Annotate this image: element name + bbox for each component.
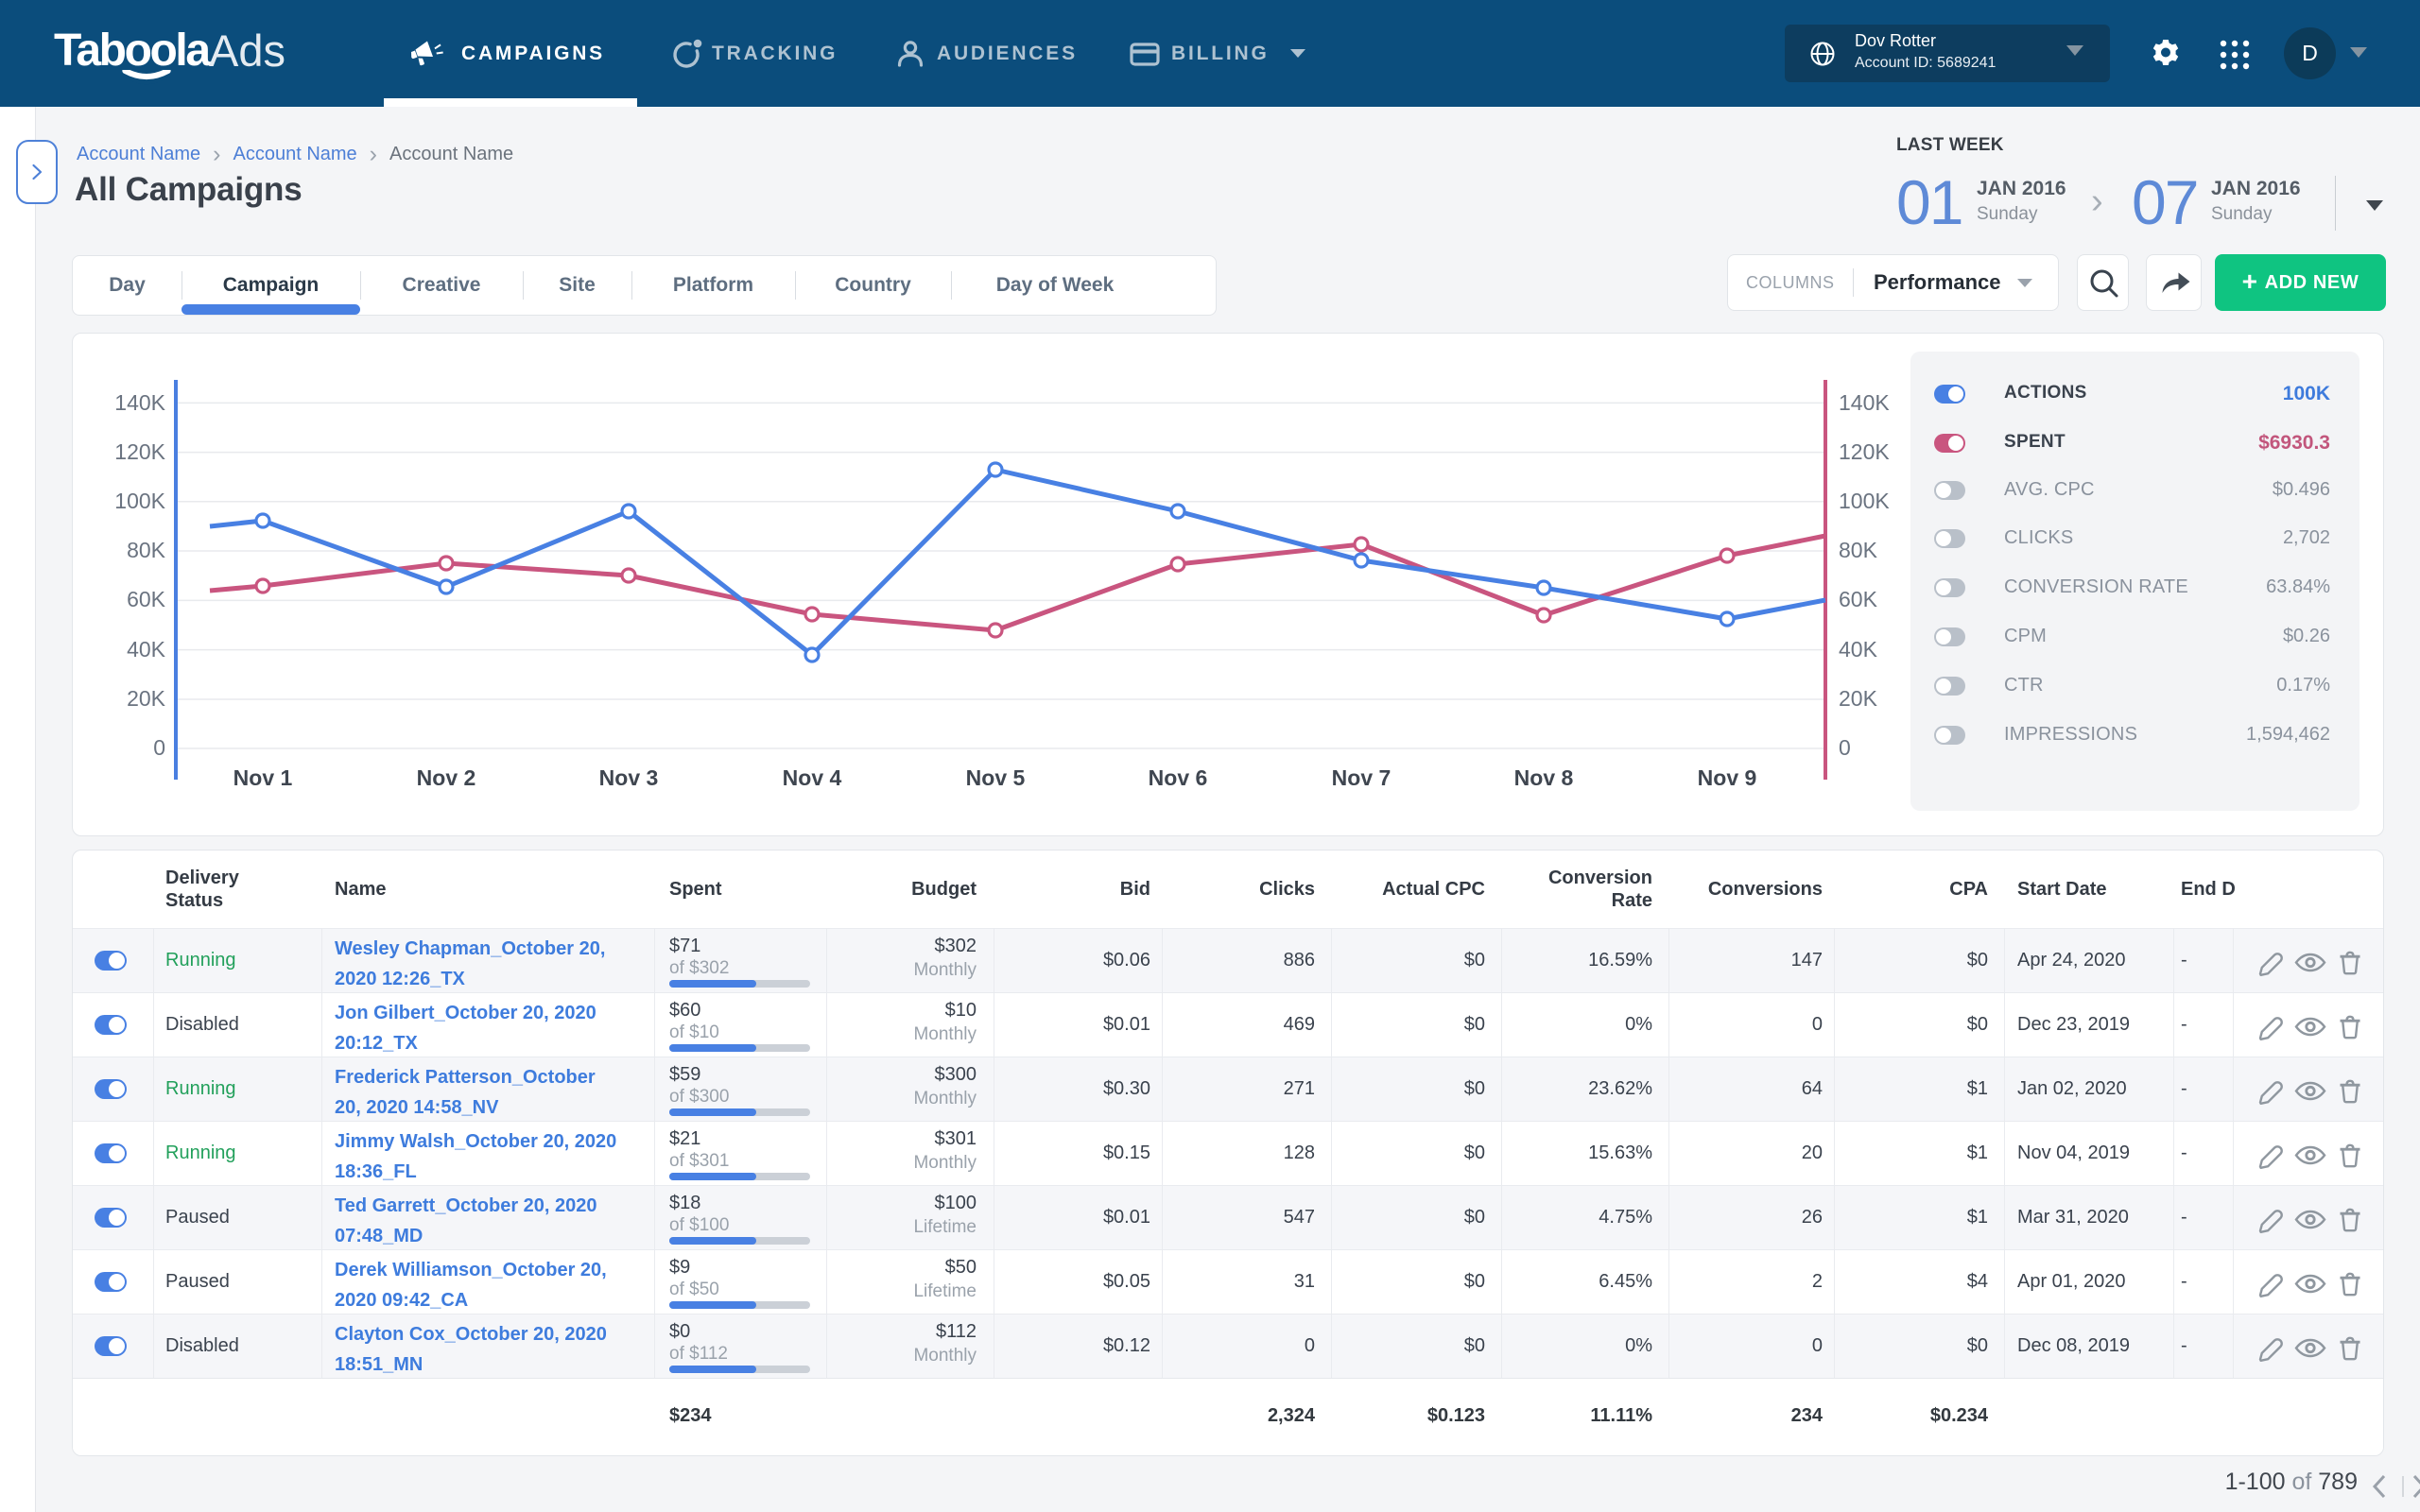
svg-text:80K: 80K [1839, 538, 1878, 562]
svg-text:100K: 100K [114, 489, 165, 513]
svg-text:40K: 40K [1839, 637, 1878, 662]
svg-text:0: 0 [153, 735, 165, 760]
svg-text:140K: 140K [1839, 390, 1890, 415]
svg-text:60K: 60K [1839, 587, 1878, 611]
svg-text:120K: 120K [114, 439, 165, 464]
svg-text:Nov 4: Nov 4 [783, 765, 842, 790]
svg-text:Nov 3: Nov 3 [599, 765, 659, 790]
svg-text:20K: 20K [1839, 686, 1878, 711]
svg-text:Nov 7: Nov 7 [1332, 765, 1392, 790]
svg-text:120K: 120K [1839, 439, 1890, 464]
svg-text:Nov 8: Nov 8 [1514, 765, 1574, 790]
svg-text:100K: 100K [1839, 489, 1890, 513]
svg-text:0: 0 [1839, 735, 1851, 760]
svg-text:140K: 140K [114, 390, 165, 415]
svg-text:Nov 5: Nov 5 [966, 765, 1026, 790]
svg-text:Nov 1: Nov 1 [233, 765, 293, 790]
svg-text:Nov 9: Nov 9 [1698, 765, 1757, 790]
svg-text:20K: 20K [127, 686, 166, 711]
svg-text:60K: 60K [127, 587, 166, 611]
svg-text:40K: 40K [127, 637, 166, 662]
svg-text:80K: 80K [127, 538, 166, 562]
svg-text:Nov 6: Nov 6 [1149, 765, 1208, 790]
svg-text:Nov 2: Nov 2 [417, 765, 476, 790]
